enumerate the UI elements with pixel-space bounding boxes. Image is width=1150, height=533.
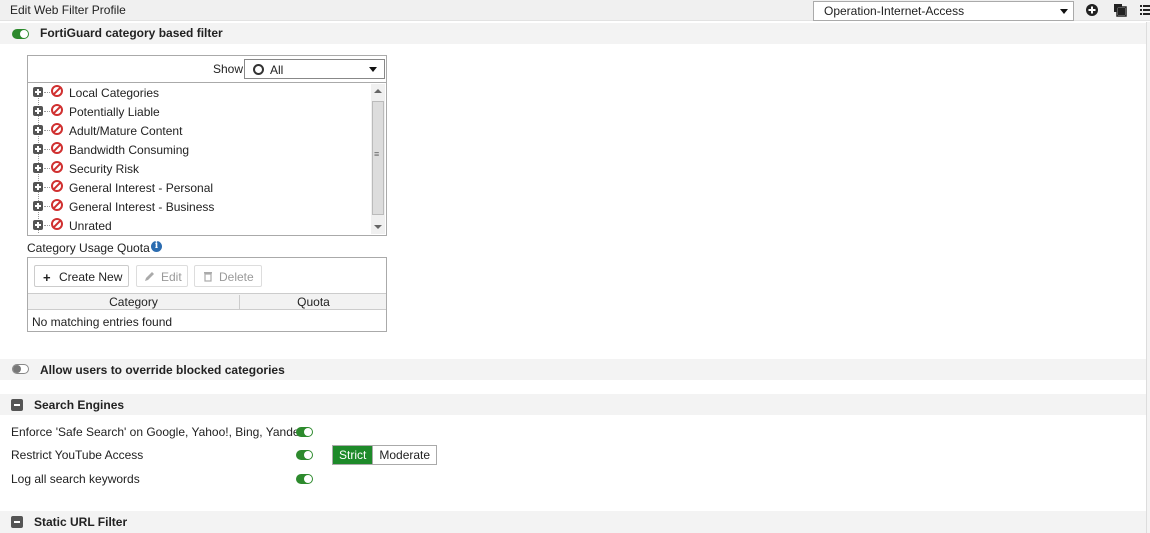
- category-row[interactable]: Security Risk: [28, 159, 368, 178]
- scroll-thumb[interactable]: [372, 101, 384, 215]
- trash-icon: [204, 272, 212, 282]
- chevron-down-icon: [369, 67, 377, 72]
- youtube-label: Restrict YouTube Access: [11, 448, 144, 462]
- page-scrollbar[interactable]: [1146, 22, 1150, 533]
- expand-icon[interactable]: [33, 87, 43, 97]
- info-icon[interactable]: i: [151, 241, 162, 252]
- fortiguard-label: FortiGuard category based filter: [40, 26, 223, 40]
- static-url-title: Static URL Filter: [34, 515, 128, 529]
- profile-select[interactable]: Operation-Internet-Access: [813, 1, 1074, 21]
- show-label: Show: [213, 62, 244, 76]
- log-keywords-label: Log all search keywords: [11, 472, 140, 486]
- category-row[interactable]: General Interest - Business: [28, 197, 368, 216]
- create-new-button[interactable]: + Create New: [34, 265, 129, 287]
- category-row[interactable]: Local Categories: [28, 83, 368, 102]
- override-bar: Allow users to override blocked categori…: [0, 359, 1146, 380]
- page-title: Edit Web Filter Profile: [10, 3, 126, 17]
- category-label: Adult/Mature Content: [69, 124, 183, 138]
- expand-icon[interactable]: [33, 144, 43, 154]
- block-icon[interactable]: [51, 142, 63, 154]
- pencil-icon: [145, 272, 154, 281]
- safe-search-toggle[interactable]: [296, 427, 313, 437]
- quota-panel: + Create New Edit Delete Category Quota …: [27, 257, 387, 332]
- block-icon[interactable]: [51, 85, 63, 97]
- column-quota[interactable]: Quota: [241, 295, 386, 309]
- chevron-down-icon: [1060, 9, 1068, 14]
- collapse-icon[interactable]: [11, 399, 23, 411]
- column-category[interactable]: Category: [28, 295, 240, 309]
- expand-icon[interactable]: [33, 163, 43, 173]
- youtube-toggle[interactable]: [296, 450, 313, 460]
- search-engines-title: Search Engines: [34, 398, 125, 412]
- category-panel: Show All Local Categories Potentially Li…: [27, 55, 387, 236]
- category-row[interactable]: General Interest - Personal: [28, 178, 368, 197]
- quota-table-header: Category Quota: [28, 293, 386, 310]
- tree-scrollbar[interactable]: [371, 84, 385, 234]
- log-keywords-toggle[interactable]: [296, 474, 313, 484]
- fortiguard-bar: FortiGuard category based filter: [0, 23, 1146, 44]
- category-row[interactable]: Adult/Mature Content: [28, 121, 368, 140]
- category-label: General Interest - Personal: [69, 181, 214, 195]
- safe-search-label: Enforce 'Safe Search' on Google, Yahoo!,…: [11, 425, 306, 439]
- scroll-up-icon[interactable]: [374, 89, 382, 93]
- static-url-bar[interactable]: Static URL Filter: [0, 511, 1146, 533]
- list-icon[interactable]: [1139, 3, 1150, 17]
- profile-select-value: Operation-Internet-Access: [824, 4, 965, 18]
- category-label: Security Risk: [69, 162, 140, 176]
- category-row[interactable]: Potentially Liable: [28, 102, 368, 121]
- expand-icon[interactable]: [33, 106, 43, 116]
- empty-message: No matching entries found: [32, 315, 173, 329]
- collapse-icon[interactable]: [11, 516, 23, 528]
- expand-icon[interactable]: [33, 220, 43, 230]
- override-label: Allow users to override blocked categori…: [40, 363, 285, 377]
- category-label: Potentially Liable: [69, 105, 160, 119]
- category-label: General Interest - Business: [69, 200, 215, 214]
- moderate-option[interactable]: Moderate: [372, 446, 437, 464]
- override-toggle[interactable]: [12, 364, 29, 374]
- clone-icon[interactable]: [1113, 3, 1127, 17]
- category-label: Local Categories: [69, 86, 160, 100]
- expand-icon[interactable]: [33, 125, 43, 135]
- plus-icon: +: [43, 270, 51, 285]
- category-tree: Local Categories Potentially Liable Adul…: [28, 82, 386, 235]
- expand-icon[interactable]: [33, 201, 43, 211]
- block-icon[interactable]: [51, 180, 63, 192]
- delete-button[interactable]: Delete: [194, 265, 262, 287]
- show-filter-value: All: [270, 63, 284, 77]
- category-label: Bandwidth Consuming: [69, 143, 190, 157]
- expand-icon[interactable]: [33, 182, 43, 192]
- block-icon[interactable]: [51, 123, 63, 135]
- block-icon[interactable]: [51, 104, 63, 116]
- page-header: Edit Web Filter Profile Operation-Intern…: [0, 0, 1150, 21]
- category-row[interactable]: Bandwidth Consuming: [28, 140, 368, 159]
- fortiguard-toggle[interactable]: [12, 29, 29, 39]
- scroll-down-icon[interactable]: [374, 225, 382, 229]
- edit-button[interactable]: Edit: [136, 265, 188, 287]
- strict-option[interactable]: Strict: [333, 446, 373, 464]
- block-icon[interactable]: [51, 218, 63, 230]
- block-icon[interactable]: [51, 199, 63, 211]
- category-row[interactable]: Unrated: [28, 216, 368, 235]
- block-icon[interactable]: [51, 161, 63, 173]
- search-engines-bar[interactable]: Search Engines: [0, 394, 1146, 415]
- show-filter-select[interactable]: All: [244, 59, 385, 79]
- quota-title: Category Usage Quota: [27, 241, 150, 255]
- add-icon[interactable]: [1085, 3, 1099, 17]
- circle-icon: [253, 64, 264, 75]
- youtube-mode-selector: Strict Moderate: [332, 445, 438, 465]
- category-label: Unrated: [69, 219, 112, 233]
